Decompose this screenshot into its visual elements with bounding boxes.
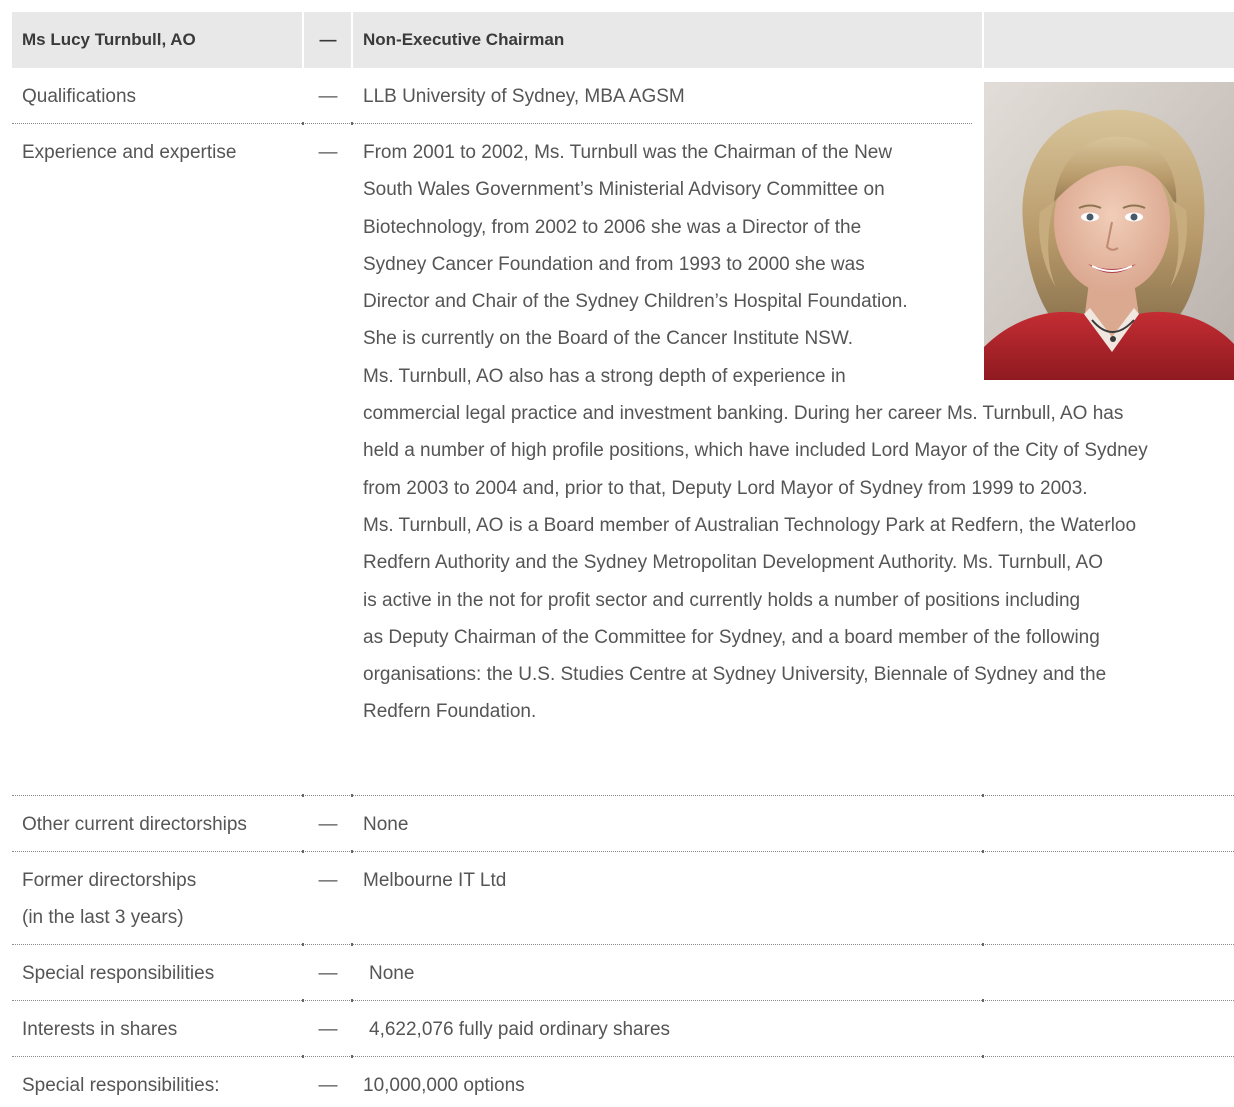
options-row: Special responsibilities: — 10,000,000 o…: [12, 1057, 1234, 1107]
row-label-line: (in the last 3 years): [22, 907, 184, 929]
experience-line: Redfern Foundation.: [363, 701, 537, 723]
header-separator: [351, 12, 353, 68]
row-dash: —: [318, 86, 338, 107]
row-label: Interests in shares: [22, 1019, 178, 1040]
experience-line: from 2003 to 2004 and, prior to that, De…: [363, 477, 1088, 499]
row-dash: —: [318, 1075, 338, 1096]
row-label: Special responsibilities:: [22, 1075, 220, 1096]
row-value: Melbourne IT Ltd: [363, 870, 507, 891]
former-directorships-row: Former directorships (in the last 3 year…: [12, 852, 1234, 946]
header-separator: [982, 12, 984, 68]
row-dash: —: [318, 142, 338, 163]
director-name: Ms Lucy Turnbull, AO: [22, 30, 196, 49]
director-role: Non-Executive Chairman: [363, 30, 565, 49]
row-value: None: [369, 963, 415, 984]
row-label: Other current directorships: [22, 814, 247, 835]
special-responsibilities-row: Special responsibilities — None: [12, 945, 1234, 1002]
row-value: 10,000,000 options: [363, 1075, 525, 1096]
header-dash: —: [319, 30, 337, 49]
row-dash: —: [318, 1019, 338, 1040]
portrait-photo: [984, 82, 1234, 380]
row-value: None: [363, 814, 409, 835]
interests-in-shares-row: Interests in shares — 4,622,076 fully pa…: [12, 1001, 1234, 1058]
experience-line: commercial legal practice and investment…: [363, 403, 1124, 425]
profile-header: Ms Lucy Turnbull, AO — Non-Executive Cha…: [12, 12, 1234, 68]
row-dash: —: [318, 963, 338, 984]
experience-line: is active in the not for profit sector a…: [363, 589, 1081, 611]
experience-line: Redfern Authority and the Sydney Metropo…: [363, 552, 1103, 574]
other-directorships-row: Other current directorships — None: [12, 796, 1234, 853]
row-label: Former directorships (in the last 3 year…: [22, 862, 302, 937]
row-value: 4,622,076 fully paid ordinary shares: [369, 1019, 671, 1040]
row-label-line: Former directorships: [22, 870, 197, 891]
row-label: Qualifications: [22, 86, 137, 107]
director-profile: Ms Lucy Turnbull, AO — Non-Executive Cha…: [12, 12, 1234, 1107]
row-dash: —: [318, 870, 338, 891]
row-label: Experience and expertise: [22, 142, 237, 163]
experience-line: as Deputy Chairman of the Committee for …: [363, 626, 1100, 648]
experience-line: held a number of high profile positions,…: [363, 440, 1148, 462]
experience-line: organisations: the U.S. Studies Centre a…: [363, 664, 1107, 686]
portrait-illustration: [984, 82, 1234, 380]
row-label: Special responsibilities: [22, 963, 215, 984]
experience-line: Ms. Turnbull, AO is a Board member of Au…: [363, 514, 1137, 536]
row-dash: —: [318, 814, 338, 835]
